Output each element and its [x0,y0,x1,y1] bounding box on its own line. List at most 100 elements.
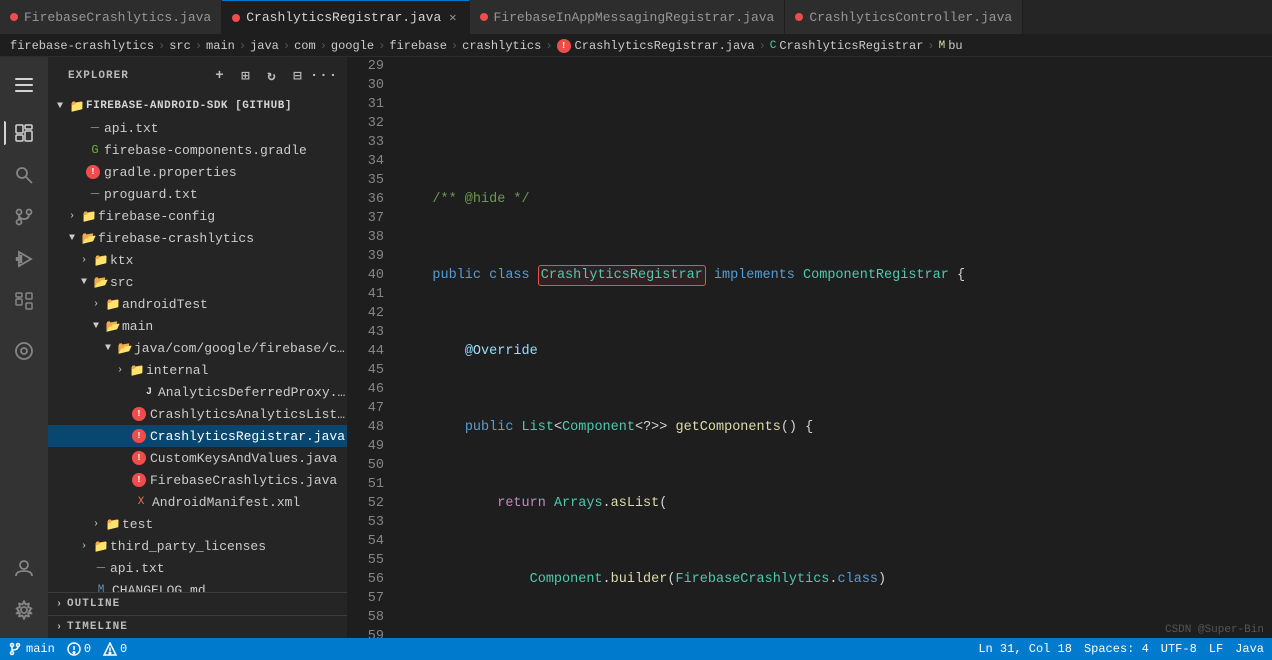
highlight-class-name: CrashlyticsRegistrar [538,265,706,286]
timeline-header[interactable]: › TIMELINE [48,616,347,638]
list-item[interactable]: ! CrashlyticsRegistrar.java [48,425,347,447]
breadcrumb-item[interactable]: java [250,39,279,53]
list-item[interactable]: › 📁 androidTest [48,293,347,315]
breadcrumb-item[interactable]: firebase-crashlytics [10,39,154,53]
folder-label: java/com/google/firebase/crashlyt... [134,341,347,356]
list-item[interactable]: › 📁 ktx [48,249,347,271]
list-item[interactable]: ! CustomKeysAndValues.java [48,447,347,469]
folder-icon: 📁 [92,253,110,268]
new-file-icon[interactable]: + [209,65,231,87]
file-label: FirebaseCrashlytics.java [150,473,337,488]
errors-count[interactable]: 0 [67,642,91,656]
collapse-all-icon[interactable]: ⊟ [287,65,309,87]
list-item[interactable]: M CHANGELOG.md [48,579,347,592]
folder-icon: 📁 [104,297,122,312]
error-icon: ! [86,165,100,179]
list-item[interactable]: ! CrashlyticsAnalyticsListener.java [48,403,347,425]
list-item[interactable]: › 📁 third_party_licenses [48,535,347,557]
more-actions-icon[interactable]: ··· [313,65,335,87]
status-right: Ln 31, Col 18 Spaces: 4 UTF-8 LF Java [978,642,1264,656]
tree-root[interactable]: ▼ 📁 FIREBASE-ANDROID-SDK [GITHUB] [48,95,347,117]
code-line: Component.builder(FirebaseCrashlytics.cl… [400,570,1272,589]
breadcrumb-error-icon: ! [557,39,571,53]
file-label: gradle.properties [104,165,237,180]
tab-crashlyticscontroller[interactable]: CrashlyticsController.java [785,0,1023,35]
chevron-right-icon: › [112,365,128,376]
list-item[interactable]: ▼ 📂 java/com/google/firebase/crashlyt... [48,337,347,359]
code-line: @Override [400,342,1272,361]
spaces[interactable]: Spaces: 4 [1084,642,1149,656]
folder-label: androidTest [122,297,208,312]
file-label: CHANGELOG.md [112,583,206,593]
tab-crashlyticsregistrar[interactable]: CrashlyticsRegistrar.java ✕ [222,0,469,35]
breadcrumb-class-item[interactable]: CrashlyticsRegistrar [779,39,923,53]
breadcrumb-method-item[interactable]: bu [948,39,962,53]
list-item[interactable]: ▼ 📂 firebase-crashlytics [48,227,347,249]
refresh-icon[interactable]: ↻ [261,65,283,87]
code-line: /** @hide */ [400,190,1272,209]
code-line: public List<Component<?>> getComponents(… [400,418,1272,437]
explorer-activity-icon[interactable] [4,113,44,153]
file-label: proguard.txt [104,187,198,202]
file-label: CustomKeysAndValues.java [150,451,337,466]
list-item[interactable]: ! gradle.properties [48,161,347,183]
list-item[interactable]: — api.txt [48,117,347,139]
code-area[interactable]: 29 30 31 32 33 34 35 36 37 38 39 40 41 4… [348,57,1272,638]
breadcrumb-item[interactable]: firebase [389,39,447,53]
folder-label: ktx [110,253,133,268]
language[interactable]: Java [1235,642,1264,656]
git-branch[interactable]: main [8,642,55,656]
encoding[interactable]: UTF-8 [1161,642,1197,656]
search-activity-icon[interactable] [4,155,44,195]
breadcrumb-item[interactable]: google [331,39,374,53]
list-item[interactable]: ▼ 📂 main [48,315,347,337]
tab-bar: FirebaseCrashlytics.java CrashlyticsRegi… [0,0,1272,35]
breadcrumb-item[interactable]: crashlytics [462,39,541,53]
folder-label: main [122,319,153,334]
chevron-right-icon: › [76,541,92,552]
breadcrumb-file-item[interactable]: CrashlyticsRegistrar.java [575,39,755,53]
list-item[interactable]: › 📁 test [48,513,347,535]
list-item[interactable]: ▼ 📂 src [48,271,347,293]
code-content[interactable]: /** @hide */ public class CrashlyticsReg… [396,57,1272,638]
outline-header[interactable]: › OUTLINE [48,593,347,615]
file-label: CrashlyticsAnalyticsListener.java [150,407,347,422]
dash-icon: — [92,560,110,576]
code-line: return Arrays.asList( [400,494,1272,513]
error-icon: ! [132,451,146,465]
folder-label: test [122,517,153,532]
line-ending[interactable]: LF [1209,642,1223,656]
tab-firebasecrashlytics[interactable]: FirebaseCrashlytics.java [0,0,222,35]
file-label: CrashlyticsRegistrar.java [150,429,345,444]
list-item[interactable]: › 📁 internal [48,359,347,381]
list-item[interactable]: G firebase-components.gradle [48,139,347,161]
breadcrumb-item[interactable]: main [206,39,235,53]
list-item[interactable]: X AndroidManifest.xml [48,491,347,513]
sidebar: EXPLORER + ⊞ ↻ ⊟ ··· ▼ 📁 FIREBASE-ANDROI… [48,57,348,638]
remote-activity-icon[interactable] [4,331,44,371]
line-col[interactable]: Ln 31, Col 18 [978,642,1072,656]
new-folder-icon[interactable]: ⊞ [235,65,257,87]
chevron-right-icon: › [64,211,80,222]
breadcrumb-item[interactable]: com [294,39,316,53]
warnings-count[interactable]: 0 [103,642,127,656]
list-item[interactable]: — proguard.txt [48,183,347,205]
tab-close-button[interactable]: ✕ [447,9,458,26]
run-activity-icon[interactable] [4,239,44,279]
list-item[interactable]: — api.txt [48,557,347,579]
list-item[interactable]: ! FirebaseCrashlytics.java [48,469,347,491]
folder-icon: 📁 [68,99,86,114]
chevron-right-icon: › [56,599,63,610]
list-item[interactable]: J AnalyticsDeferredProxy.java [48,381,347,403]
account-activity-icon[interactable] [4,548,44,588]
breadcrumb-item[interactable]: src [169,39,191,53]
tab-label: FirebaseInAppMessagingRegistrar.java [494,10,775,25]
tab-firebaseinappmessaging[interactable]: FirebaseInAppMessagingRegistrar.java [470,0,786,35]
breadcrumb: firebase-crashlytics › src › main › java… [0,35,1272,57]
source-control-activity-icon[interactable] [4,197,44,237]
code-editor[interactable]: 29 30 31 32 33 34 35 36 37 38 39 40 41 4… [348,57,1272,638]
menu-activity-icon[interactable] [4,65,44,105]
list-item[interactable]: › 📁 firebase-config [48,205,347,227]
settings-activity-icon[interactable] [4,590,44,630]
extensions-activity-icon[interactable] [4,281,44,321]
